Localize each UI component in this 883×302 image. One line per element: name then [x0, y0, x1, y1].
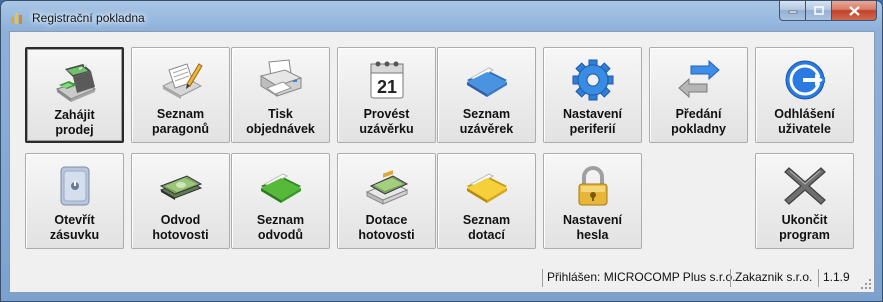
main-panel: Zahájit prodej Seznam paragonů Tisk obje…	[9, 31, 875, 293]
cash-withdrawal-button[interactable]: Odvod hotovosti	[131, 153, 230, 249]
version-status: 1.1.9	[818, 269, 854, 287]
window-title: Registrační pokladna	[32, 11, 145, 25]
cash-register-icon	[55, 64, 96, 102]
cash-deposit-button[interactable]: Dotace hotovosti	[337, 153, 436, 249]
blue-folder-icon	[466, 67, 507, 97]
gear-icon	[572, 59, 613, 101]
money-stack-icon	[365, 170, 408, 205]
tile-label: Nastavení periferií	[562, 107, 623, 136]
tile-label: Zahájit prodej	[54, 108, 95, 137]
close-icon	[848, 5, 860, 16]
calendar-icon: 21	[370, 61, 403, 99]
tile-label: Seznam odvodů	[256, 213, 305, 242]
tile-label: Předání pokladny	[671, 107, 726, 136]
tile-label: Nastavení hesla	[562, 213, 623, 242]
open-drawer-button[interactable]: Otevřít zásuvku	[25, 153, 124, 249]
hand-over-register-button[interactable]: Předání pokladny	[649, 47, 748, 143]
start-sale-button[interactable]: Zahájit prodej	[25, 47, 124, 143]
tile-label: Tisk objednávek	[246, 107, 315, 136]
logout-button[interactable]: Odhlášení uživatele	[755, 47, 854, 143]
logout-icon	[785, 60, 825, 100]
print-orders-button[interactable]: Tisk objednávek	[231, 47, 330, 143]
tile-label: Ukončit program	[779, 213, 830, 242]
tile-label: Otevřít zásuvku	[49, 213, 100, 242]
app-chart-icon	[11, 13, 22, 24]
safe-icon	[60, 166, 89, 206]
customer-status: Zakaznik s.r.o.	[730, 269, 816, 287]
peripheral-settings-button[interactable]: Nastavení periferií	[543, 47, 642, 143]
title-bar[interactable]: Registrační pokladna	[1, 1, 882, 31]
close-register-button[interactable]: 21 Provést uzávěrku	[337, 47, 436, 143]
close-x-icon	[783, 167, 826, 205]
tile-label: Seznam uzávěrek	[459, 107, 514, 136]
tile-label: Provést uzávěrku	[359, 107, 414, 136]
padlock-icon	[578, 166, 607, 206]
close-button[interactable]	[832, 1, 877, 21]
calendar-day: 21	[376, 77, 396, 97]
green-folder-icon	[260, 173, 301, 203]
withdrawals-list-button[interactable]: Seznam odvodů	[231, 153, 330, 249]
exit-program-button[interactable]: Ukončit program	[755, 153, 854, 249]
printer-icon	[259, 59, 302, 97]
tile-label: Odvod hotovosti	[152, 213, 209, 242]
deposits-list-button[interactable]: Seznam dotací	[437, 153, 536, 249]
tile-label: Seznam dotací	[462, 213, 511, 242]
yellow-folder-icon	[466, 173, 507, 203]
receipt-list-icon	[161, 63, 203, 99]
tile-label: Odhlášení uživatele	[774, 107, 835, 136]
closures-list-button[interactable]: Seznam uzávěrek	[437, 47, 536, 143]
tile-label: Seznam paragonů	[152, 107, 209, 136]
maximize-icon	[813, 6, 824, 15]
password-settings-button[interactable]: Nastavení hesla	[543, 153, 642, 249]
app-window: Registrační pokladna Zahájit prodej Sezn…	[0, 0, 883, 302]
banknotes-icon	[159, 175, 202, 200]
tile-label: Dotace hotovosti	[358, 213, 415, 242]
exchange-arrows-icon	[677, 59, 720, 99]
caption-buttons	[779, 1, 877, 21]
logged-user-status: Přihlášen: MICROCOMP Plus s.r.o.	[542, 269, 740, 287]
receipt-list-button[interactable]: Seznam paragonů	[131, 47, 230, 143]
maximize-button[interactable]	[806, 1, 832, 21]
minimize-button[interactable]	[779, 1, 806, 21]
minimize-icon	[788, 10, 797, 13]
status-bar: Přihlášen: MICROCOMP Plus s.r.o. Zakazni…	[10, 264, 874, 292]
resize-grip-icon[interactable]	[860, 278, 872, 290]
